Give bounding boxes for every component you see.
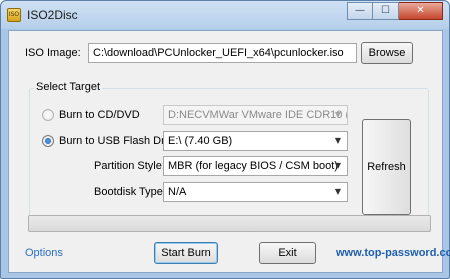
chevron-down-icon: ▼ [334,136,342,145]
app-window: ISO ISO2Disc — ☐ ✕ ISO Image: C:\downloa… [0,0,450,279]
chevron-down-icon: ▼ [334,187,342,196]
refresh-label: Refresh [367,161,406,173]
exit-button[interactable]: Exit [259,242,316,264]
partition-style-select[interactable]: MBR (for legacy BIOS / CSM boot) ▼ [163,156,348,176]
iso-disc-icon: ISO [7,8,21,22]
minimize-button[interactable]: — [347,2,373,20]
cd-dvd-drive-value: D:NECVMWar VMware IDE CDR10 (Ver 1.00) [168,109,347,121]
iso-image-label: ISO Image: [25,47,81,59]
burn-cd-dvd-option[interactable]: Burn to CD/DVD [42,109,140,121]
cd-dvd-radio[interactable] [42,109,54,121]
start-burn-button[interactable]: Start Burn [154,242,218,264]
select-target-title: Select Target [34,81,103,93]
partition-style-label: Partition Style: [94,160,165,172]
browse-button[interactable]: Browse [361,42,413,64]
website-link[interactable]: www.top-password.com [336,247,450,259]
burn-usb-option[interactable]: Burn to USB Flash Drive [42,135,179,147]
usb-radio[interactable] [42,135,54,147]
bootdisk-type-label: Bootdisk Type: [94,186,166,198]
title-bar[interactable]: ISO ISO2Disc — ☐ ✕ [1,1,449,29]
close-button[interactable]: ✕ [399,2,443,20]
caption-buttons: — ☐ ✕ [347,2,443,20]
usb-drive-select[interactable]: E:\ (7.40 GB) ▼ [163,131,348,151]
dialog-body: ISO Image: C:\download\PCUnlocker_UEFI_x… [8,30,450,273]
bootdisk-type-value: N/A [168,186,187,198]
usb-drive-value: E:\ (7.40 GB) [168,135,233,147]
burn-progress-bar [28,215,431,232]
chevron-down-icon: ▼ [334,110,342,119]
cd-dvd-label: Burn to CD/DVD [59,109,140,121]
cd-dvd-drive-select: D:NECVMWar VMware IDE CDR10 (Ver 1.00) ▼ [163,105,348,125]
bootdisk-type-select[interactable]: N/A ▼ [163,182,348,202]
chevron-down-icon: ▼ [334,161,342,170]
window-title: ISO2Disc [27,8,78,22]
refresh-button[interactable]: Refresh [362,119,411,215]
iso-path-field[interactable]: C:\download\PCUnlocker_UEFI_x64\pcunlock… [88,43,357,63]
partition-style-value: MBR (for legacy BIOS / CSM boot) [168,160,338,172]
options-link[interactable]: Options [25,247,63,259]
maximize-button[interactable]: ☐ [373,2,399,20]
usb-label: Burn to USB Flash Drive [59,135,179,147]
